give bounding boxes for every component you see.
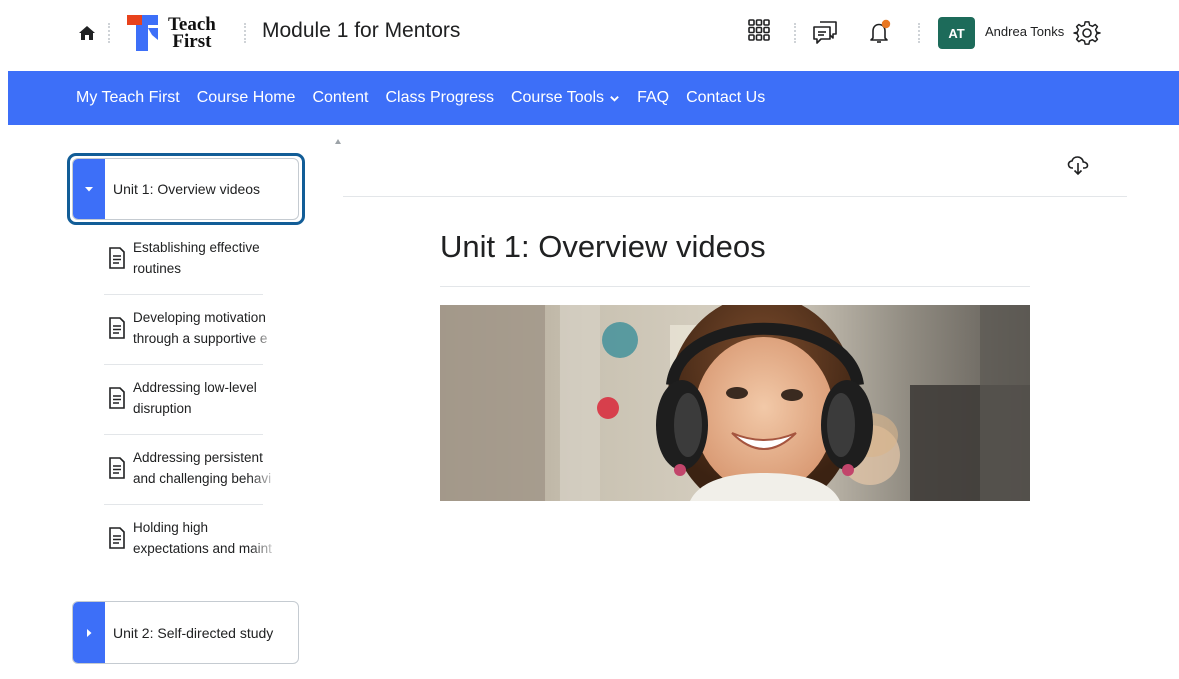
nav-faq[interactable]: FAQ: [637, 89, 669, 107]
unit-2-toggle[interactable]: [73, 602, 105, 663]
unit-1-toggle[interactable]: [73, 159, 105, 219]
separator: [794, 23, 796, 43]
page-title: Unit 1: Overview videos: [440, 229, 766, 264]
home-icon[interactable]: [76, 22, 98, 44]
notification-dot: [881, 19, 891, 29]
teach-first-logo[interactable]: Teach First: [126, 13, 216, 53]
nav-course-tools[interactable]: Course Tools: [511, 89, 620, 107]
unit-1-label: Unit 1: Overview videos: [113, 181, 261, 197]
top-header: Teach First Module 1 for Mentors AT Andr…: [0, 0, 1179, 71]
topic-title: Addressing persistent and challenging be…: [133, 450, 272, 486]
topic-item[interactable]: Establishing effective routines: [104, 225, 263, 295]
separator: [244, 23, 246, 43]
main-content: Unit 1: Overview videos: [343, 125, 1179, 679]
topic-title: Developing motivation through a supporti…: [133, 310, 268, 346]
scroll-up-arrow-icon[interactable]: [335, 139, 341, 144]
document-icon: [109, 247, 125, 269]
document-icon: [109, 527, 125, 549]
content-sidebar: Unit 1: Overview videos Establishing eff…: [8, 125, 343, 679]
topic-title: Addressing low-level disruption: [133, 380, 257, 416]
document-icon: [109, 387, 125, 409]
nav-contact-us[interactable]: Contact Us: [686, 89, 765, 107]
topic-title: Holding high expectations and maint: [133, 520, 272, 556]
document-icon: [109, 317, 125, 339]
user-name[interactable]: Andrea Tonks: [985, 24, 1064, 39]
separator: [108, 23, 110, 43]
banner-image: [440, 305, 1030, 501]
nav-course-tools-label: Course Tools: [510, 89, 605, 106]
bell-icon[interactable]: [865, 18, 893, 46]
course-title[interactable]: Module 1 for Mentors: [262, 19, 460, 43]
sidebar-scrollbar[interactable]: [331, 125, 343, 679]
app-grid-icon[interactable]: [747, 18, 775, 46]
caret-down-icon: [85, 187, 93, 192]
nav-course-home[interactable]: Course Home: [197, 89, 296, 107]
chat-bubbles-icon[interactable]: [811, 18, 839, 46]
nav-my-teach-first[interactable]: My Teach First: [76, 89, 180, 107]
caret-right-icon: [87, 628, 92, 637]
topic-item[interactable]: Addressing low-level disruption: [104, 365, 263, 435]
topic-item[interactable]: Addressing persistent and challenging be…: [104, 435, 271, 505]
unit-1-card[interactable]: Unit 1: Overview videos: [72, 158, 299, 220]
cloud-download-icon[interactable]: [1067, 155, 1089, 177]
separator: [918, 23, 920, 43]
content-toolbar: [343, 125, 1127, 197]
logo-wordmark: Teach First: [168, 14, 216, 52]
topic-item[interactable]: Developing motivation through a supporti…: [104, 295, 267, 365]
topic-item[interactable]: Holding high expectations and maint: [104, 505, 272, 575]
chevron-down-icon: [610, 95, 619, 102]
gear-icon[interactable]: [1073, 20, 1101, 48]
nav-class-progress[interactable]: Class Progress: [385, 89, 493, 107]
document-icon: [109, 457, 125, 479]
child-with-headphones-photo: [440, 305, 1030, 501]
avatar[interactable]: AT: [938, 17, 975, 49]
course-navbar: My Teach First Course Home Content Class…: [8, 71, 1179, 125]
nav-content[interactable]: Content: [312, 89, 368, 107]
logo-mark: [127, 15, 158, 51]
topic-title: Establishing effective routines: [133, 240, 260, 276]
divider: [440, 286, 1030, 287]
unit-2-label: Unit 2: Self-directed study: [113, 624, 274, 641]
unit-2-card[interactable]: Unit 2: Self-directed study: [72, 601, 299, 664]
